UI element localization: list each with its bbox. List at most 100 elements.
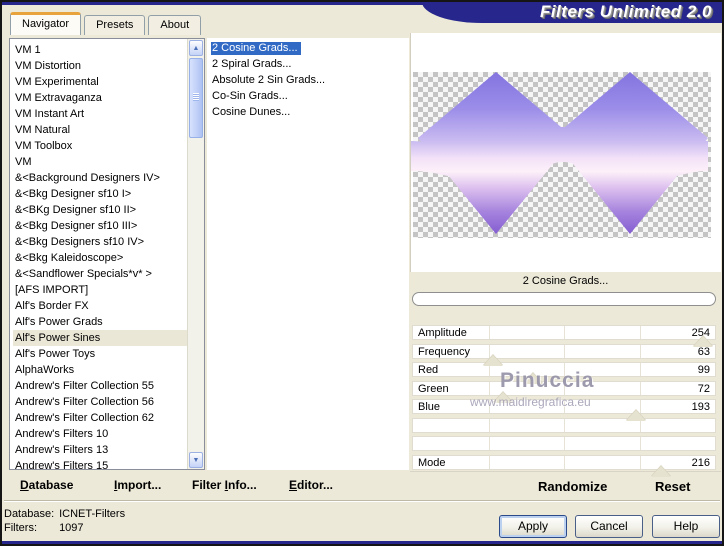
database-button[interactable]: Database: [20, 478, 73, 492]
filter-item[interactable]: Cosine Dunes...: [211, 105, 409, 121]
slider-tick: [639, 363, 641, 376]
category-item[interactable]: &<Background Designers IV>: [13, 170, 187, 186]
filter-item[interactable]: 2 Cosine Grads...: [211, 41, 409, 57]
category-item[interactable]: Andrew's Filter Collection 55: [13, 378, 187, 394]
category-item[interactable]: Andrew's Filters 10: [13, 426, 187, 442]
slider-tick: [564, 455, 565, 469]
category-item[interactable]: AlphaWorks: [13, 362, 187, 378]
category-item[interactable]: VM Distortion: [13, 58, 187, 74]
category-item[interactable]: Andrew's Filter Collection 62: [13, 410, 187, 426]
slider-thumb[interactable]: [692, 336, 713, 347]
status-filters-label: Filters:: [4, 522, 37, 534]
slider-value: 193: [691, 401, 710, 413]
tab-about[interactable]: About: [148, 15, 202, 35]
category-item[interactable]: VM Instant Art: [13, 106, 187, 122]
slider-tick: [564, 344, 565, 358]
slider-stack: Amplitude 254 Frequency 63 Red 99 Green 72 Blue 1…: [410, 33, 721, 499]
slider-value: 99: [697, 364, 710, 376]
tab-presets[interactable]: Presets: [84, 15, 146, 35]
slider-row-empty: [412, 417, 716, 433]
filter-list: 2 Cosine Grads... 2 Spiral Grads... Absolu…: [207, 38, 409, 470]
filter-settings-panel: 2 Cosine Grads... Amplitude 254 Frequency 6…: [410, 33, 721, 499]
app-title: Filters Unlimited 2.0: [539, 2, 712, 21]
category-item[interactable]: Andrew's Filters 13: [13, 442, 187, 458]
slider-tick: [639, 326, 641, 339]
database-toolbar: Database Import... Filter Info... Editor…: [2, 472, 410, 499]
tab-bar: Navigator Presets About: [10, 12, 202, 35]
import-button[interactable]: Import...: [114, 478, 161, 492]
category-item[interactable]: Andrew's Filter Collection 56: [13, 394, 187, 410]
slider-value: 216: [691, 456, 710, 469]
scrollbar-thumb[interactable]: [189, 58, 203, 138]
reset-button[interactable]: Reset: [655, 479, 690, 494]
randomize-button[interactable]: Randomize: [538, 479, 607, 494]
slider-row-amplitude: Amplitude 254: [412, 325, 716, 347]
category-item[interactable]: VM Toolbox: [13, 138, 187, 154]
filter-item[interactable]: Co-Sin Grads...: [211, 89, 409, 105]
help-button[interactable]: Help: [652, 515, 720, 538]
category-item[interactable]: VM Natural: [13, 122, 187, 138]
category-item[interactable]: VM 1: [13, 42, 187, 58]
slider-thumb[interactable]: [483, 354, 504, 366]
slider-tick: [488, 400, 490, 413]
filter-info-button[interactable]: Filter Info...: [192, 478, 257, 492]
slider-tick: [639, 344, 641, 358]
category-item[interactable]: &<Bkg Designer sf10 I>: [13, 186, 187, 202]
cancel-button[interactable]: Cancel: [575, 515, 643, 538]
slider-thumb[interactable]: [625, 410, 646, 421]
slider-label: Amplitude: [418, 327, 467, 339]
category-item[interactable]: Alf's Border FX: [13, 298, 187, 314]
category-item[interactable]: VM Experimental: [13, 74, 187, 90]
slider-tick: [564, 437, 565, 450]
slider-tick: [488, 455, 490, 469]
scroll-up-icon[interactable]: ▲: [189, 40, 203, 56]
category-item[interactable]: Andrew's Filters 15: [13, 458, 187, 469]
slider-tick: [488, 381, 490, 395]
slider-row-mode: Mode 216: [412, 454, 716, 477]
status-database-value: ICNET-Filters: [59, 508, 126, 520]
category-list: VM 1 VM Distortion VM Experimental VM Extra…: [10, 39, 187, 469]
editor-button[interactable]: Editor...: [289, 478, 333, 492]
slider-thumb[interactable]: [651, 465, 672, 477]
slider-value: 72: [697, 382, 710, 395]
panel-actions: Randomize Reset: [410, 471, 721, 499]
apply-button[interactable]: Apply: [499, 515, 567, 538]
filter-item[interactable]: 2 Spiral Grads...: [211, 57, 409, 73]
category-scrollbar[interactable]: ▲ ▼: [187, 39, 204, 469]
category-item[interactable]: VM Extravaganza: [13, 90, 187, 106]
category-item[interactable]: &<Bkg Designer sf10 III>: [13, 218, 187, 234]
slider-tick: [639, 455, 641, 469]
slider-value: 63: [697, 345, 710, 358]
category-item[interactable]: Alf's Power Sines: [13, 330, 187, 346]
category-item[interactable]: &<Bkg Kaleidoscope>: [13, 250, 187, 266]
status-database-label: Database:: [4, 508, 55, 520]
slider-thumb[interactable]: [522, 373, 543, 384]
slider-tick: [564, 363, 565, 376]
status-filters-value: 1097: [59, 522, 84, 534]
category-item[interactable]: &<Sandflower Specials*v* >: [13, 266, 187, 282]
slider-tick: [564, 381, 565, 395]
slider-label: Mode: [418, 456, 446, 469]
slider-thumb[interactable]: [493, 391, 514, 403]
slider-tick: [639, 381, 641, 395]
slider-label: Blue: [418, 401, 441, 413]
slider-label: Frequency: [418, 345, 470, 358]
status-bar: Database: ICNET-Filters Filters: 1097: [4, 507, 125, 535]
filter-item[interactable]: Absolute 2 Sin Grads...: [211, 73, 409, 89]
category-item[interactable]: Alf's Power Grads: [13, 314, 187, 330]
category-item[interactable]: &<BKg Designer sf10 II>: [13, 202, 187, 218]
slider-row-frequency: Frequency 63: [412, 343, 716, 366]
category-item[interactable]: VM: [13, 154, 187, 170]
slider-row-red: Red 99: [412, 362, 716, 384]
category-listbox: VM 1 VM Distortion VM Experimental VM Extra…: [9, 38, 205, 470]
slider-tick: [488, 437, 490, 450]
slider-label: Green: [418, 382, 449, 395]
slider-tick: [488, 418, 490, 432]
tab-navigator[interactable]: Navigator: [10, 12, 82, 35]
category-item[interactable]: [AFS IMPORT]: [13, 282, 187, 298]
slider-tick: [564, 400, 565, 413]
category-item[interactable]: &<Bkg Designers sf10 IV>: [13, 234, 187, 250]
category-item[interactable]: Alf's Power Toys: [13, 346, 187, 362]
slider-tick: [488, 326, 490, 339]
scroll-down-icon[interactable]: ▼: [189, 452, 203, 468]
